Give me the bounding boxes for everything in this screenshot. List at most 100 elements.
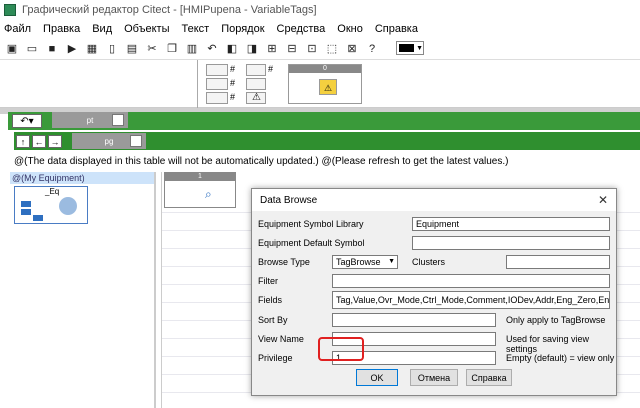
equipment-default-symbol-label: Equipment Default Symbol <box>258 238 365 248</box>
symbol-label: # <box>268 64 274 74</box>
fields-field[interactable]: Tag,Value,Ovr_Mode,Ctrl_Mode,Comment,IOD… <box>332 291 610 309</box>
forward-arrow-icon[interactable]: → <box>48 135 62 148</box>
clusters-label: Clusters <box>412 257 446 267</box>
tree-splitter[interactable] <box>155 172 162 408</box>
menu-window[interactable]: Окно <box>337 23 363 35</box>
filter-field[interactable] <box>332 274 610 288</box>
browse-type-select[interactable]: TagBrowse ▼ <box>332 255 398 269</box>
sort-by-label: Sort By <box>258 315 288 325</box>
send-back-icon[interactable]: ◨ <box>244 41 260 57</box>
menu-view[interactable]: Вид <box>92 23 112 35</box>
privilege-highlight <box>318 337 364 361</box>
equipment-symbol[interactable]: _Eq <box>14 186 88 224</box>
page-tab[interactable]: pg <box>72 133 146 149</box>
paste-icon[interactable]: ▥ <box>184 41 200 57</box>
thumbnail-header: 1 <box>165 173 235 181</box>
warning-icon: ⚠ <box>319 79 337 95</box>
library-strip: # # # # ⚠ 0 ⚠ <box>0 60 640 108</box>
library-symbol[interactable] <box>206 64 228 76</box>
privilege-label: Privilege <box>258 353 293 363</box>
new-page-icon[interactable]: ▣ <box>4 41 20 57</box>
color-swatch <box>399 44 415 52</box>
up-arrow-icon[interactable]: ↑ <box>16 135 30 148</box>
title-bar: Графический редактор Citect - [HMIPupena… <box>0 0 640 20</box>
menu-edit[interactable]: Правка <box>43 23 80 35</box>
toolbar: ▣ ▭ ■ ▶ ▦ ▯ ▤ ✂ ❐ ▥ ↶ ◧ ◨ ⊞ ⊟ ⊡ ⬚ ⊠ ? <box>0 38 640 60</box>
equipment-symbol-library-field[interactable]: Equipment <box>412 217 610 231</box>
warning-icon[interactable]: ⚠ <box>246 92 266 104</box>
sort-by-field[interactable] <box>332 313 496 327</box>
browse-type-label: Browse Type <box>258 257 310 267</box>
document-icon <box>130 135 142 147</box>
page-tab-label: pg <box>104 136 114 146</box>
page-tab[interactable]: pt <box>52 112 128 128</box>
chevron-down-icon: ▼ <box>388 258 395 265</box>
window-title: Графический редактор Citect - [HMIPupena… <box>22 4 317 16</box>
zoom-region-icon[interactable]: ⊠ <box>344 41 360 57</box>
table-symbol-thumbnail[interactable]: 1 ⌕ <box>164 172 236 208</box>
symbol-label: # <box>230 78 236 88</box>
open-folder-icon[interactable]: ▭ <box>24 41 40 57</box>
page-tab-label: pt <box>86 115 94 125</box>
dialog-title: Data Browse <box>252 189 616 211</box>
app-icon <box>4 4 16 16</box>
run-icon[interactable]: ▶ <box>64 41 80 57</box>
symbol-header: 0 <box>289 65 361 73</box>
symbol-label: # <box>230 92 236 102</box>
help-icon[interactable]: ? <box>364 41 380 57</box>
view-name-note: Used for saving view settings <box>506 334 590 354</box>
page-icon[interactable]: ▯ <box>104 41 120 57</box>
undo-dropdown[interactable]: ↶▾ <box>12 114 42 128</box>
fields-label: Fields <box>258 295 283 305</box>
undo-icon[interactable]: ↶ <box>204 41 220 57</box>
library-divider <box>197 60 198 108</box>
search-icon: ⌕ <box>205 187 212 201</box>
grid-icon[interactable]: ▦ <box>84 41 100 57</box>
menu-arrange[interactable]: Порядок <box>221 23 264 35</box>
browse-type-value: TagBrowse <box>336 257 381 267</box>
help-button[interactable]: Справка <box>466 369 512 386</box>
privilege-note: Empty (default) = view only <box>506 353 615 363</box>
ok-button[interactable]: OK <box>356 369 398 386</box>
equipment-label: _Eq <box>45 187 60 196</box>
view-name-label: View Name <box>258 334 304 344</box>
menu-bar: Файл Правка Вид Объекты Текст Порядок Ср… <box>0 20 640 38</box>
library-symbol[interactable] <box>206 78 228 90</box>
document-icon <box>112 114 124 126</box>
fill-color-picker[interactable]: ▼ <box>396 41 424 55</box>
menu-file[interactable]: Файл <box>4 23 31 35</box>
library-symbol[interactable] <box>246 78 266 90</box>
filter-label: Filter <box>258 276 278 286</box>
symbol-label: # <box>230 64 236 74</box>
layout-icon[interactable]: ▤ <box>124 41 140 57</box>
tree-item-my-equipment[interactable]: @(My Equipment) <box>10 172 154 184</box>
select-icon[interactable]: ⬚ <box>324 41 340 57</box>
equipment-icon <box>59 197 77 215</box>
data-browse-dialog: Data Browse ✕ Equipment Symbol Library E… <box>251 188 617 396</box>
bring-front-icon[interactable]: ◧ <box>224 41 240 57</box>
block-icon <box>21 209 31 215</box>
clusters-field[interactable] <box>506 255 610 269</box>
library-symbol[interactable] <box>246 64 266 76</box>
ungroup-icon[interactable]: ⊟ <box>284 41 300 57</box>
library-symbol-large[interactable]: 0 ⚠ <box>288 64 362 104</box>
equipment-default-symbol-field[interactable] <box>412 236 610 250</box>
equipment-tree: @(My Equipment) _Eq <box>10 172 155 408</box>
menu-objects[interactable]: Объекты <box>124 23 169 35</box>
equipment-symbol-library-label: Equipment Symbol Library <box>258 219 364 229</box>
menu-text[interactable]: Текст <box>182 23 210 35</box>
copy-icon[interactable]: ❐ <box>164 41 180 57</box>
notice-text: @(The data displayed in this table will … <box>14 156 509 167</box>
chevron-down-icon: ▼ <box>416 44 423 52</box>
save-icon[interactable]: ■ <box>44 41 60 57</box>
close-icon[interactable]: ✕ <box>598 193 608 207</box>
cut-icon[interactable]: ✂ <box>144 41 160 57</box>
align-icon[interactable]: ⊡ <box>304 41 320 57</box>
library-symbol[interactable] <box>206 92 228 104</box>
block-icon <box>21 201 31 207</box>
menu-tools[interactable]: Средства <box>277 23 326 35</box>
cancel-button[interactable]: Отмена <box>410 369 458 386</box>
menu-help[interactable]: Справка <box>375 23 418 35</box>
group-icon[interactable]: ⊞ <box>264 41 280 57</box>
back-arrow-icon[interactable]: ← <box>32 135 46 148</box>
